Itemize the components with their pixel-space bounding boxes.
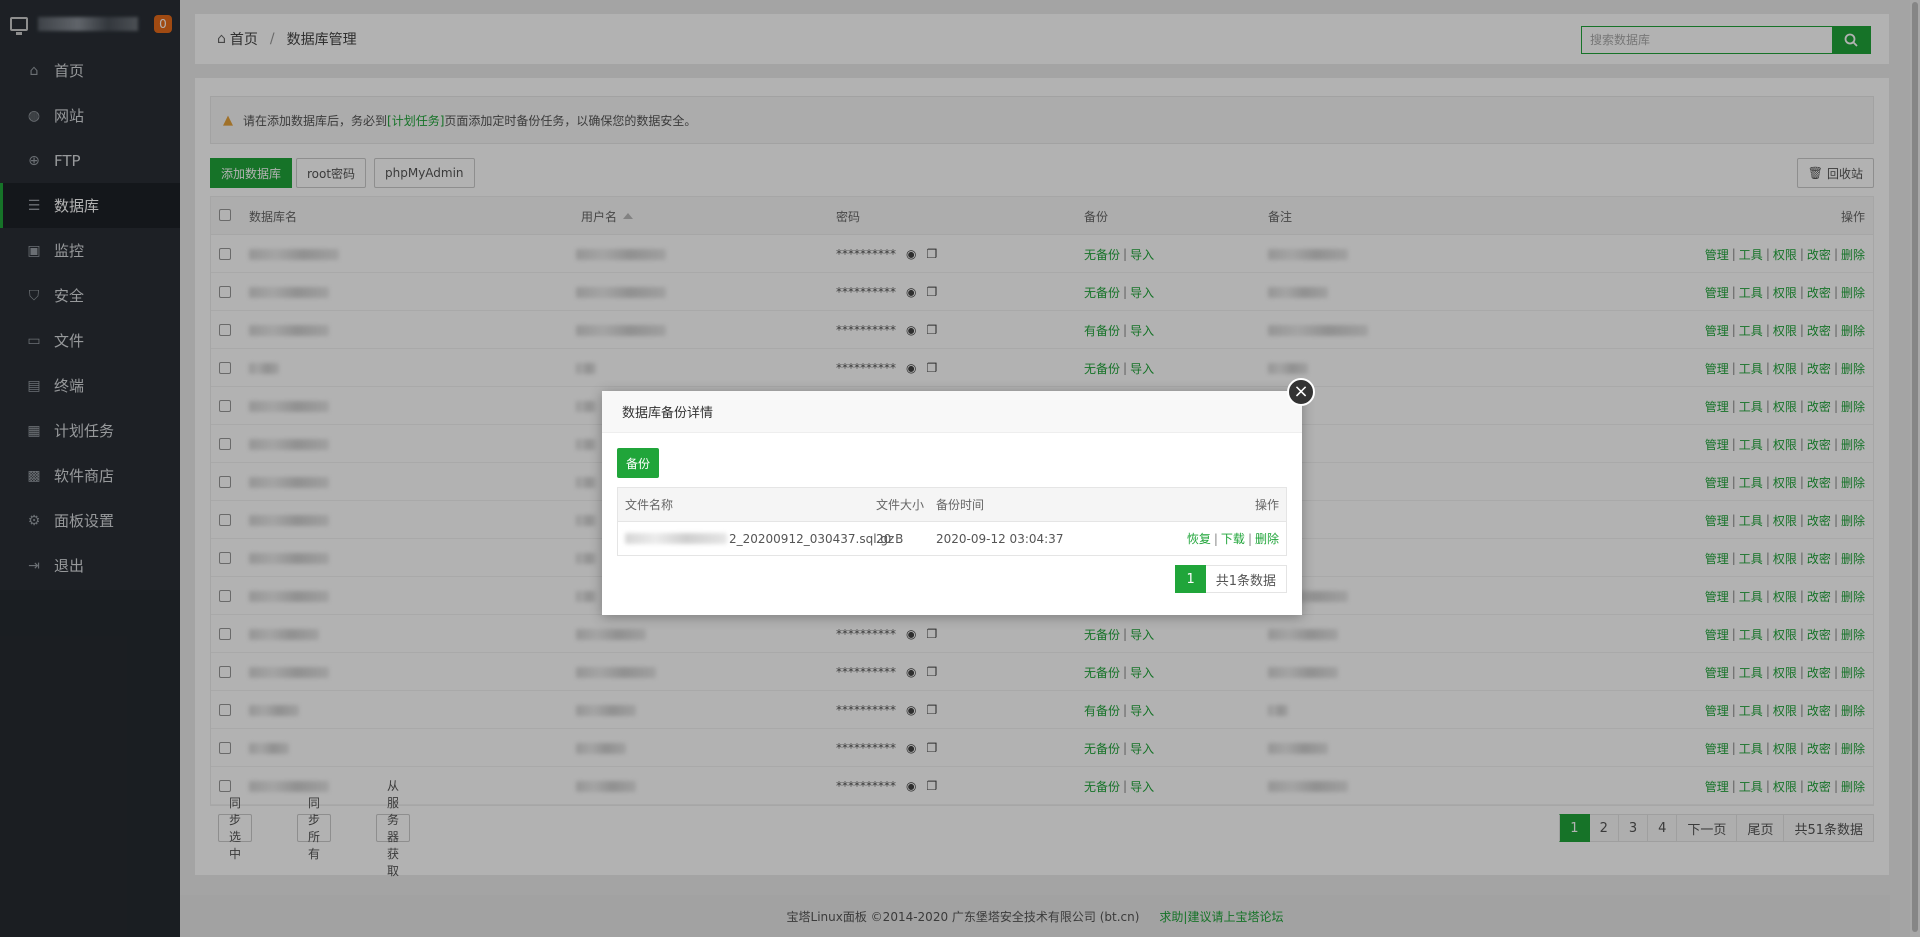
col-filename: 文件名称 [625,498,674,512]
modal-total-count: 共1条数据 [1205,565,1287,593]
backup-row: 2_20200912_030437.sql.gz 20 B 2020-09-12… [618,522,1286,555]
close-icon[interactable]: × [1287,378,1315,406]
modal-pagination: 1 共1条数据 [1175,565,1287,593]
backup-time: 2020-09-12 03:04:37 [936,531,1064,546]
restore-link[interactable]: 恢复 [1187,530,1211,547]
backup-table: 文件名称 文件大小 备份时间 操作 2_20200912_030437.sql.… [617,487,1287,556]
modal-title: 数据库备份详情 [602,391,1302,433]
delete-backup-link[interactable]: 删除 [1255,530,1279,547]
ops-separator: | [1247,531,1252,546]
modal-page-1[interactable]: 1 [1175,565,1206,593]
backup-filename-text: 2_20200912_030437.sql.gz [729,531,895,546]
col-filesize: 文件大小 [876,498,925,512]
backup-button[interactable]: 备份 [617,448,660,478]
backup-filename: 2_20200912_030437.sql.gz [625,522,894,555]
backup-ops: 恢复 | 下载 | 删除 [1187,522,1279,555]
col-backup-ops: 操作 [1254,498,1279,512]
col-backup-time: 备份时间 [936,498,985,512]
redacted-prefix [625,533,727,544]
backup-table-header: 文件名称 文件大小 备份时间 操作 [618,488,1286,522]
backup-size: 20 B [876,531,904,546]
backup-details-modal: 数据库备份详情 × 备份 文件名称 文件大小 备份时间 操作 2_2020091… [602,378,1315,615]
ops-separator: | [1213,531,1218,546]
download-link[interactable]: 下载 [1221,530,1245,547]
